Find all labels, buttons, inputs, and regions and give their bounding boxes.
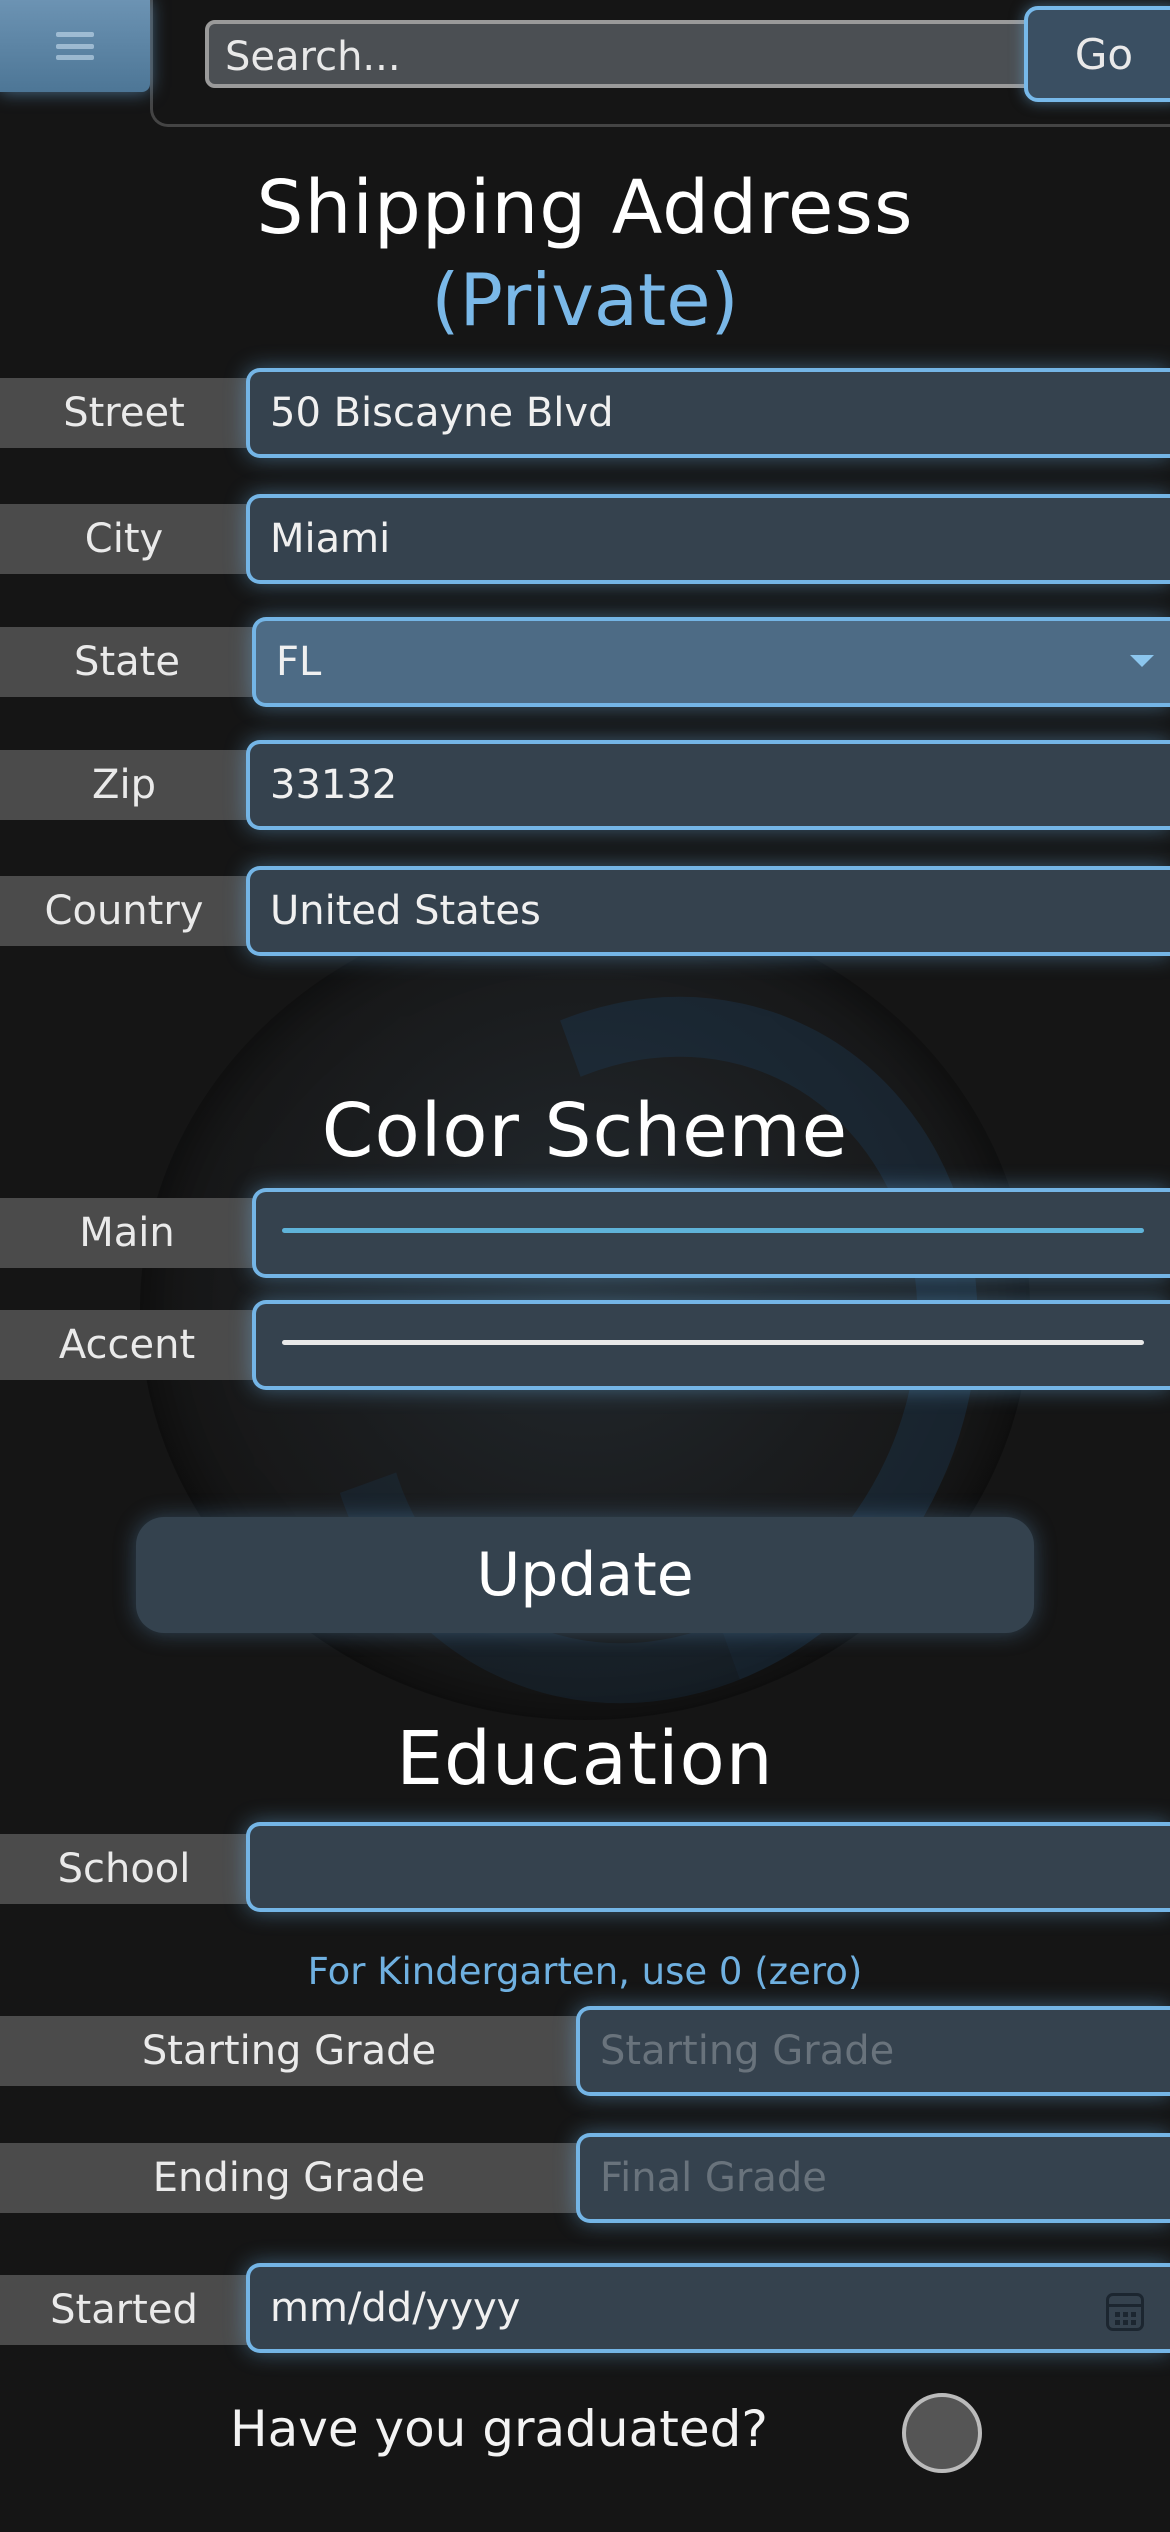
shipping-title: Shipping Address	[256, 165, 914, 251]
ending-grade-label: Ending Grade	[0, 2143, 578, 2213]
started-date-placeholder: mm/dd/yyyy	[270, 2285, 521, 2331]
zip-label: Zip	[0, 750, 248, 820]
accent-color-label: Accent	[0, 1310, 254, 1380]
school-label: School	[0, 1834, 248, 1904]
started-date-field[interactable]: mm/dd/yyyy	[246, 2263, 1170, 2353]
color-scheme-title: Color Scheme	[321, 1088, 849, 1174]
kindergarten-hint: For Kindergarten, use 0 (zero)	[307, 1950, 863, 1993]
city-field[interactable]: Miami	[246, 494, 1170, 584]
starting-grade-field[interactable]: Starting Grade	[576, 2006, 1170, 2096]
search-input[interactable]: Search...	[205, 20, 1040, 88]
street-label: Street	[0, 378, 248, 448]
country-label: Country	[0, 876, 248, 946]
go-button[interactable]: Go	[1024, 6, 1170, 102]
state-select[interactable]: FL	[252, 617, 1170, 707]
menu-button[interactable]	[0, 0, 150, 92]
main-color-picker[interactable]	[252, 1188, 1170, 1278]
calendar-icon[interactable]	[1106, 2293, 1144, 2331]
update-button[interactable]: Update	[136, 1517, 1034, 1633]
state-label: State	[0, 627, 254, 697]
state-value: FL	[276, 639, 322, 685]
city-label: City	[0, 504, 248, 574]
main-color-swatch	[282, 1228, 1144, 1233]
accent-color-picker[interactable]	[252, 1300, 1170, 1390]
zip-field[interactable]: 33132	[246, 740, 1170, 830]
chevron-down-icon	[1130, 655, 1154, 667]
started-label: Started	[0, 2275, 248, 2345]
starting-grade-label: Starting Grade	[0, 2016, 578, 2086]
main-color-label: Main	[0, 1198, 254, 1268]
education-title: Education	[396, 1716, 774, 1802]
shipping-subtitle: (Private)	[431, 258, 739, 342]
ending-grade-field[interactable]: Final Grade	[576, 2133, 1170, 2223]
school-field[interactable]	[246, 1822, 1170, 1912]
accent-color-swatch	[282, 1340, 1144, 1345]
country-field[interactable]: United States	[246, 866, 1170, 956]
graduated-question: Have you graduated?	[230, 2400, 768, 2458]
graduated-toggle[interactable]	[902, 2393, 982, 2473]
hamburger-menu-icon	[56, 32, 94, 60]
street-field[interactable]: 50 Biscayne Blvd	[246, 368, 1170, 458]
